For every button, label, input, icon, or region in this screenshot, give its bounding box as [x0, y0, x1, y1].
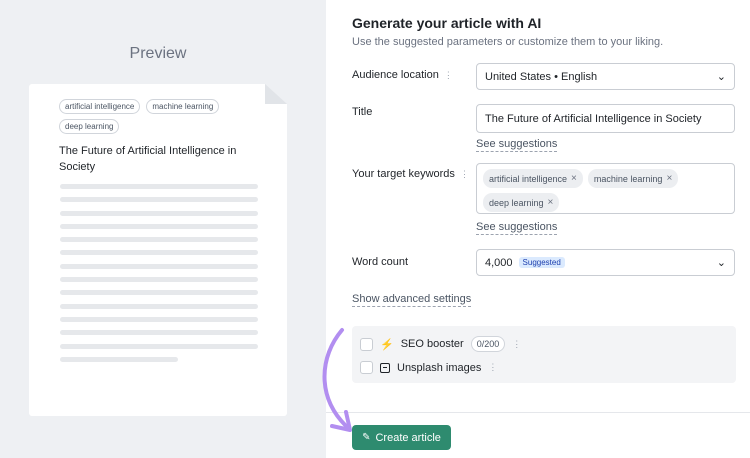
word-count-label: Word count: [352, 256, 409, 268]
unsplash-images-option: Unsplash images ⋮: [360, 361, 497, 374]
title-input[interactable]: The Future of Artificial Intelligence in…: [476, 104, 735, 133]
seo-booster-counter: 0/200: [470, 336, 506, 352]
info-icon[interactable]: ⋮: [488, 362, 497, 373]
chevron-down-icon: ⌄: [716, 71, 726, 83]
placeholder-line: [60, 263, 258, 269]
form-subtitle: Use the suggested parameters or customiz…: [352, 36, 664, 48]
preview-tag: machine learning: [146, 99, 220, 114]
placeholder-line: [60, 343, 258, 349]
target-keywords-label: Your target keywords ⋮: [352, 168, 469, 180]
options-panel: ⚡ SEO booster 0/200 ⋮ Unsplash images ⋮: [352, 326, 736, 383]
audience-location-label: Audience location ⋮: [352, 69, 453, 81]
audience-location-select[interactable]: United States • English ⌄: [476, 63, 735, 90]
placeholder-line: [60, 197, 258, 203]
preview-tags: artificial intelligence machine learning…: [59, 99, 259, 134]
placeholder-line: [60, 210, 258, 216]
close-icon[interactable]: ×: [666, 173, 672, 184]
preview-document: artificial intelligence machine learning…: [29, 84, 287, 416]
footer-divider: [326, 412, 750, 413]
suggested-badge: Suggested: [518, 257, 565, 268]
create-article-label: Create article: [375, 431, 441, 444]
placeholder-line: [60, 250, 258, 256]
placeholder-text-lines: [60, 184, 258, 370]
placeholder-line: [60, 330, 258, 336]
keyword-chip-label: deep learning: [489, 197, 544, 208]
seo-booster-label: SEO booster: [400, 338, 464, 350]
keywords-input[interactable]: artificial intelligence × machine learni…: [476, 163, 735, 214]
word-count-value: 4,000: [485, 256, 513, 269]
placeholder-line: [60, 223, 258, 229]
preview-title: The Future of Artificial Intelligence in…: [59, 145, 237, 173]
info-icon[interactable]: ⋮: [512, 339, 521, 350]
close-icon[interactable]: ×: [571, 173, 577, 184]
placeholder-line: [60, 277, 258, 283]
lightning-icon: ⚡: [380, 338, 394, 351]
placeholder-line: [60, 356, 178, 362]
title-label: Title: [352, 106, 373, 118]
audience-location-label-text: Audience location: [352, 69, 439, 81]
placeholder-line: [60, 290, 258, 296]
chevron-down-icon: ⌄: [716, 257, 726, 269]
preview-pane: Preview artificial intelligence machine …: [0, 0, 326, 458]
unsplash-images-label: Unsplash images: [397, 361, 482, 374]
image-icon: [380, 362, 390, 373]
placeholder-line: [60, 237, 258, 243]
form-title: Generate your article with AI: [352, 15, 542, 31]
preview-tag: artificial intelligence: [59, 99, 141, 114]
placeholder-line: [60, 303, 258, 309]
word-count-select[interactable]: 4,000 Suggested ⌄: [476, 249, 735, 276]
keyword-chip: machine learning ×: [587, 169, 679, 188]
placeholder-line: [60, 184, 258, 189]
info-icon[interactable]: ⋮: [460, 169, 469, 180]
seo-booster-option: ⚡ SEO booster 0/200 ⋮: [360, 336, 521, 352]
preview-heading: Preview: [129, 45, 187, 62]
keywords-see-suggestions-link[interactable]: See suggestions: [476, 221, 558, 235]
audience-location-value: United States • English: [485, 70, 598, 83]
title-see-suggestions-link[interactable]: See suggestions: [476, 138, 558, 152]
preview-tag: deep learning: [59, 119, 120, 134]
keyword-chip-label: machine learning: [593, 173, 663, 184]
target-keywords-label-text: Your target keywords: [352, 168, 455, 180]
keyword-chip: artificial intelligence ×: [483, 169, 583, 188]
show-advanced-settings-link[interactable]: Show advanced settings: [352, 293, 472, 307]
page-fold-corner: [265, 84, 287, 104]
info-icon[interactable]: ⋮: [444, 70, 453, 81]
placeholder-line: [60, 316, 258, 322]
create-article-button[interactable]: ✎ Create article: [352, 425, 451, 450]
close-icon[interactable]: ×: [548, 197, 554, 208]
keyword-chip: deep learning ×: [483, 193, 560, 212]
keyword-chip-label: artificial intelligence: [489, 173, 568, 184]
pen-icon: ✎: [362, 432, 371, 443]
title-input-value: The Future of Artificial Intelligence in…: [485, 112, 702, 125]
